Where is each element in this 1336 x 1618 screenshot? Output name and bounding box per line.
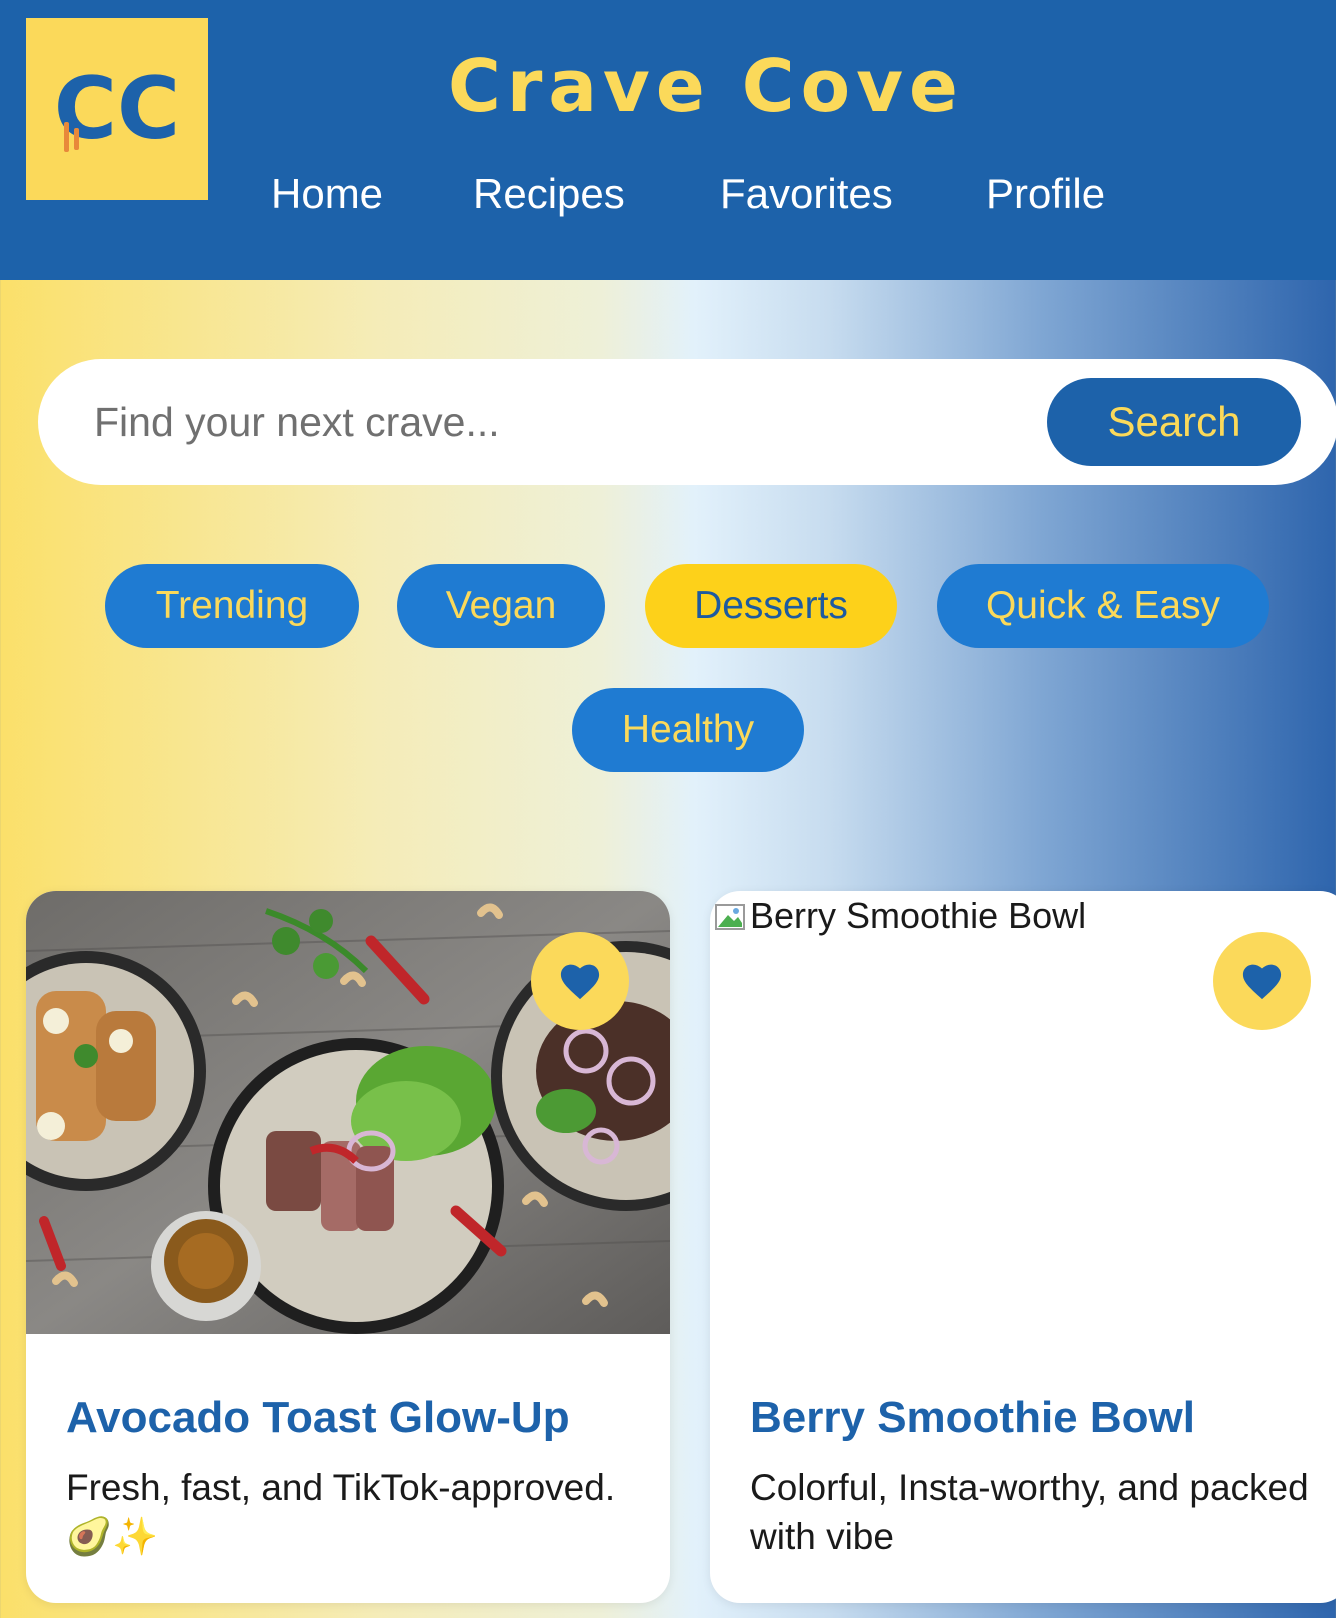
logo[interactable]: CC xyxy=(26,18,208,200)
logo-mark: CC xyxy=(54,59,180,159)
search-input[interactable] xyxy=(94,387,994,457)
recipe-title[interactable]: Avocado Toast Glow-Up xyxy=(66,1393,570,1443)
recipe-title[interactable]: Berry Smoothie Bowl xyxy=(750,1393,1195,1443)
filter-pill-vegan[interactable]: Vegan xyxy=(397,564,605,648)
site-title: Crave Cove xyxy=(448,44,964,128)
filter-pill-desserts[interactable]: Desserts xyxy=(645,564,897,648)
favorite-button[interactable] xyxy=(1213,932,1311,1030)
broken-image: Berry Smoothie Bowl xyxy=(714,895,1086,937)
svg-text:CC: CC xyxy=(54,59,180,159)
search-button[interactable]: Search xyxy=(1047,378,1301,466)
heart-icon xyxy=(560,964,600,1000)
recipe-description: Colorful, Insta-worthy, and packed with … xyxy=(750,1467,1309,1557)
recipe-card[interactable]: Berry Smoothie Bowl Berry Smoothie Bowl … xyxy=(710,891,1336,1603)
nav-favorites[interactable]: Favorites xyxy=(720,170,893,218)
broken-image-icon xyxy=(715,904,745,930)
filter-pill-healthy[interactable]: Healthy xyxy=(572,688,804,772)
nav-home[interactable]: Home xyxy=(271,170,383,218)
recipe-description: Fresh, fast, and TikTok-approved. 🥑✨ xyxy=(66,1467,616,1557)
favorite-button[interactable] xyxy=(531,932,629,1030)
nav-recipes[interactable]: Recipes xyxy=(473,170,625,218)
recipe-card[interactable]: Avocado Toast Glow-Up Fresh, fast, and T… xyxy=(26,891,670,1603)
filter-pill-trending[interactable]: Trending xyxy=(105,564,359,648)
nav-profile[interactable]: Profile xyxy=(986,170,1105,218)
filter-pill-quick-easy[interactable]: Quick & Easy xyxy=(937,564,1269,648)
site-header: CC Crave Cove Home Recipes Favorites Pro… xyxy=(0,0,1336,280)
heart-icon xyxy=(1242,964,1282,1000)
search-bar: Search xyxy=(38,359,1336,485)
image-alt-text: Berry Smoothie Bowl xyxy=(750,895,1087,936)
